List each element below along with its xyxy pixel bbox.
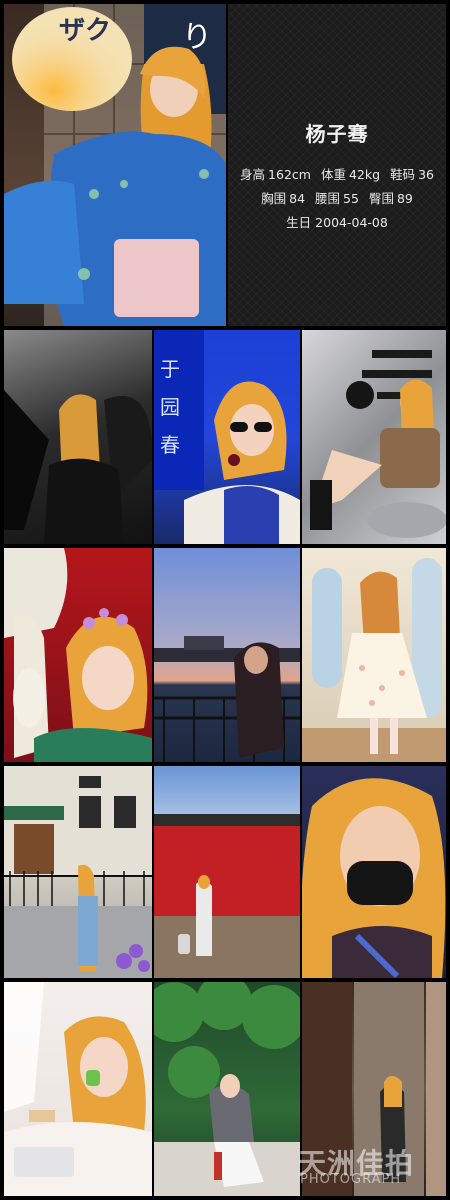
stats-row-2: 胸围 84 腰围 55 臀围 89 xyxy=(228,188,446,207)
photo-garden-trees-illustration xyxy=(154,982,300,1196)
photo-antler-flowers[interactable] xyxy=(4,548,152,762)
banner-text: り xyxy=(182,20,212,55)
weight-value: 42kg xyxy=(348,167,381,182)
photo-antler-flowers-illustration xyxy=(4,548,152,762)
stats-row-3: 生日 2004-04-08 xyxy=(228,212,446,231)
photo-sunset-harbor-illustration xyxy=(154,636,300,762)
photo-palace-dress-illustration xyxy=(302,558,446,762)
photo-old-building[interactable] xyxy=(4,766,152,978)
photo-mask-portrait-illustration xyxy=(302,778,446,978)
photo-sign-text: 于 园 春 xyxy=(160,357,180,457)
photo-red-wall-illustration xyxy=(154,814,300,978)
photo-red-wall[interactable] xyxy=(154,766,300,978)
birthday-value: 2004-04-08 xyxy=(315,215,388,230)
bust-label: 胸围 xyxy=(261,191,287,206)
lantern-text: ザク xyxy=(59,16,112,46)
photo-silver-gun-wall-illustration xyxy=(310,350,446,538)
photo-bedroom[interactable] xyxy=(4,982,152,1196)
profile-panel: 杨子骞 身高 162cm 体重 42kg 鞋码 36 胸围 84 腰围 55 臀围 89 生… xyxy=(228,4,446,326)
photo-dark-wings[interactable] xyxy=(4,330,152,544)
shoe-value: 36 xyxy=(418,167,434,182)
photo-mask-portrait[interactable] xyxy=(302,766,446,978)
waist-value: 55 xyxy=(343,191,359,206)
photo-bedroom-illustration xyxy=(4,982,152,1196)
photo-silver-gun-wall[interactable] xyxy=(302,330,446,544)
hip-value: 89 xyxy=(396,191,413,206)
photo-hotel-mirror-illustration xyxy=(302,982,446,1196)
photo-blue-sign[interactable]: 于 园 春 xyxy=(154,330,300,544)
bust-value: 84 xyxy=(289,191,306,206)
photo-dark-wings-illustration xyxy=(4,390,152,544)
height-label: 身高 xyxy=(240,167,266,182)
weight-label: 体重 xyxy=(320,167,346,182)
hero-photo[interactable]: ザク り xyxy=(4,4,226,326)
photo-garden-trees[interactable] xyxy=(154,982,300,1196)
hip-label: 臀围 xyxy=(368,191,394,206)
model-name: 杨子骞 xyxy=(305,122,369,146)
photo-sunset-harbor[interactable] xyxy=(154,548,300,762)
stats-row-1: 身高 162cm 体重 42kg 鞋码 36 xyxy=(228,164,446,183)
birthday-label: 生日 xyxy=(286,215,312,230)
height-value: 162cm xyxy=(268,167,311,182)
photo-hotel-mirror[interactable] xyxy=(302,982,446,1196)
shoe-label: 鞋码 xyxy=(390,167,416,182)
waist-label: 腰围 xyxy=(315,191,341,206)
photo-old-building-illustration xyxy=(4,766,152,978)
photo-palace-dress[interactable] xyxy=(302,548,446,762)
